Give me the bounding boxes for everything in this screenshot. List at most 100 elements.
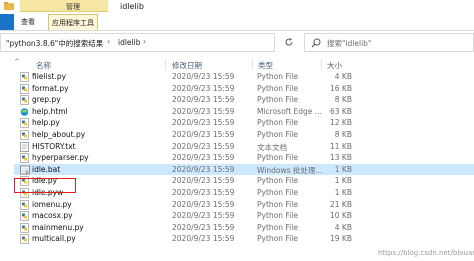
python-file-icon <box>20 83 29 94</box>
file-type: Python File <box>257 211 298 221</box>
search-placeholder: 搜索"idlelib" <box>327 39 372 48</box>
file-name: macosx.py <box>32 211 73 221</box>
file-row[interactable]: idle.py 2020/9/23 15:59 Python File 1 KB <box>14 175 474 187</box>
file-row[interactable]: help_about.py 2020/9/23 15:59 Python File 8… <box>14 129 474 140</box>
chevron-right-icon[interactable]: › <box>107 37 110 46</box>
file-size: 10 KB <box>330 211 352 221</box>
search-input[interactable]: 搜索"idlelib" <box>304 33 474 52</box>
file-date: 2020/9/23 15:59 <box>172 164 235 174</box>
file-name: format.py <box>32 83 69 93</box>
file-date: 2020/9/23 15:59 <box>172 83 235 93</box>
file-date: 2020/9/23 15:59 <box>172 234 235 244</box>
file-date: 2020/9/23 15:59 <box>172 153 235 163</box>
file-name: hyperparser.py <box>32 153 89 163</box>
file-row[interactable]: mainmenu.py 2020/9/23 15:59 Python File 4 K… <box>14 222 474 233</box>
file-name: iomenu.py <box>32 199 72 209</box>
file-row[interactable]: idle.bat 2020/9/23 15:59 Windows 批处理... 1 K… <box>14 163 474 175</box>
file-type: Python File <box>257 83 298 93</box>
python-file-icon <box>20 130 29 140</box>
file-type: Python File <box>257 176 298 186</box>
file-row[interactable]: format.py 2020/9/23 15:59 Python File 16 KB <box>14 83 474 94</box>
breadcrumb-search-results[interactable]: "python3.8.6"中的搜索结果 <box>6 38 103 49</box>
file-type: Python File <box>257 118 298 128</box>
file-row[interactable]: filelist.py 2020/9/23 15:59 Python File 4 K… <box>14 71 474 82</box>
file-type: Windows 批处理... <box>257 165 323 175</box>
collapse-arrow-icon[interactable]: ^ <box>14 58 20 66</box>
address-row: "python3.8.6"中的搜索结果 › idlelib › 搜索"idlel… <box>0 33 474 53</box>
python-file-icon <box>20 234 29 245</box>
python-file-icon <box>20 153 29 164</box>
column-name[interactable]: 名称 <box>36 60 51 71</box>
file-date: 2020/9/23 15:59 <box>172 106 235 116</box>
folder-icon <box>4 2 14 10</box>
watermark: https://blog.csdn.net/blouane <box>378 249 474 257</box>
file-type: Python File <box>257 72 298 81</box>
breadcrumb-idlelib[interactable]: idlelib <box>118 38 140 47</box>
file-row[interactable]: help.html 2020/9/23 15:59 Microsoft Edge .… <box>14 106 474 117</box>
column-date[interactable]: 修改日期 <box>172 60 202 71</box>
file-row[interactable]: macosx.py 2020/9/23 15:59 Python File 10 KB <box>14 210 474 222</box>
column-divider[interactable] <box>252 59 253 70</box>
file-date: 2020/9/23 15:59 <box>172 211 235 221</box>
python-file-icon <box>20 72 29 82</box>
file-name: filelist.py <box>32 72 67 81</box>
file-name: help.html <box>32 106 68 116</box>
file-date: 2020/9/23 15:59 <box>172 199 235 209</box>
file-type: Microsoft Edge ... <box>257 106 322 116</box>
column-size[interactable]: 大小 <box>327 60 342 71</box>
file-row[interactable]: iomenu.py 2020/9/23 15:59 Python File 21 KB <box>14 199 474 210</box>
file-name: HISTORY.txt <box>32 141 76 151</box>
file-date: 2020/9/23 15:59 <box>172 72 235 81</box>
file-type: Python File <box>257 153 298 163</box>
file-size: 1 KB <box>334 176 352 186</box>
file-type: Python File <box>257 222 298 232</box>
file-row[interactable]: grep.py 2020/9/23 15:59 Python File 8 KB <box>14 94 474 106</box>
column-header: ^ 名称 修改日期 类型 大小 <box>0 58 474 71</box>
file-date: 2020/9/23 15:59 <box>172 95 235 105</box>
file-size: 13 KB <box>330 153 352 163</box>
tab-view[interactable]: 查看 <box>18 14 38 30</box>
window-title: idlelib <box>120 2 144 11</box>
file-name: mainmenu.py <box>32 222 84 232</box>
file-size: 1 KB <box>334 188 352 197</box>
python-file-icon <box>20 211 29 222</box>
file-size: 16 KB <box>330 83 352 93</box>
address-bar[interactable]: "python3.8.6"中的搜索结果 › idlelib › <box>0 33 275 52</box>
manage-context-group: 管理 <box>20 0 108 12</box>
file-size: 8 KB <box>334 130 352 139</box>
file-date: 2020/9/23 15:59 <box>172 141 235 151</box>
tab-application-tools[interactable]: 应用程序工具 <box>48 14 98 30</box>
file-name: grep.py <box>32 95 61 105</box>
refresh-icon <box>285 38 293 46</box>
manage-label: 管理 <box>66 3 80 11</box>
python-file-icon <box>20 222 29 233</box>
file-name: help_about.py <box>32 130 86 139</box>
python-file-icon <box>20 118 29 129</box>
column-divider[interactable] <box>165 59 166 70</box>
file-name: multicall.py <box>32 234 76 244</box>
ribbon-divider <box>0 30 474 31</box>
file-row[interactable]: multicall.py 2020/9/23 15:59 Python File 19… <box>14 233 474 245</box>
file-row[interactable]: HISTORY.txt 2020/9/23 15:59 文本文档 11 KB <box>14 141 474 152</box>
refresh-button[interactable] <box>280 34 298 51</box>
tab-file[interactable] <box>0 14 14 30</box>
file-row[interactable]: hyperparser.py 2020/9/23 15:59 Python File… <box>14 152 474 164</box>
file-date: 2020/9/23 15:59 <box>172 130 235 139</box>
chevron-right-icon[interactable]: › <box>143 37 146 46</box>
file-date: 2020/9/23 15:59 <box>172 118 235 128</box>
file-row[interactable]: help.py 2020/9/23 15:59 Python File 12 KB <box>14 117 474 129</box>
file-size: 21 KB <box>330 199 352 209</box>
file-date: 2020/9/23 15:59 <box>172 188 235 197</box>
highlight-annotation <box>14 178 76 193</box>
nav-pane-edge <box>0 56 12 261</box>
file-date: 2020/9/23 15:59 <box>172 222 235 232</box>
file-type: Python File <box>257 199 298 209</box>
file-type: Python File <box>257 130 298 139</box>
file-name: help.py <box>32 118 60 128</box>
column-type[interactable]: 类型 <box>258 60 273 71</box>
column-divider[interactable] <box>321 59 322 70</box>
search-icon <box>311 38 321 48</box>
file-row[interactable]: idle.pyw 2020/9/23 15:59 Python File 1 KB <box>14 187 474 198</box>
python-file-icon <box>20 95 29 106</box>
file-type: Python File <box>257 188 298 197</box>
